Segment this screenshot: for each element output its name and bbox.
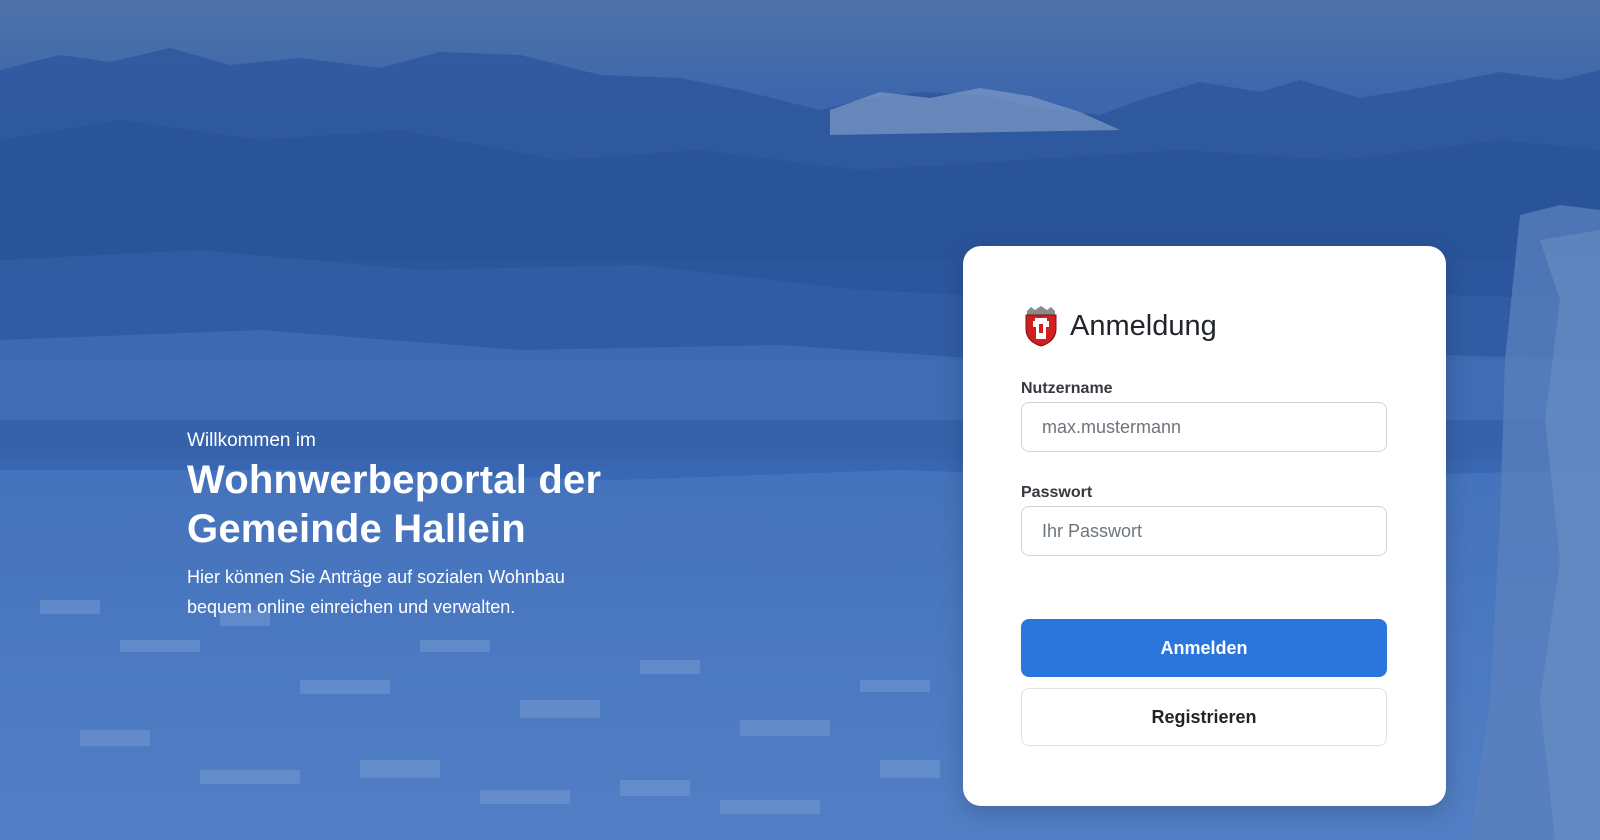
username-label: Nutzername <box>1021 380 1113 397</box>
portal-title: Wohnwerbeportal der Gemeinde Hallein <box>187 456 667 554</box>
portal-title-line1: Wohnwerbeportal der <box>187 458 602 502</box>
hallein-crest-icon <box>1025 306 1057 347</box>
login-card: Anmeldung Nutzername Passwort Anmelden R… <box>963 246 1446 806</box>
register-button[interactable]: Registrieren <box>1021 688 1387 746</box>
portal-description: Hier können Sie Anträge auf sozialen Woh… <box>187 562 667 622</box>
welcome-text: Willkommen im <box>187 430 316 451</box>
password-input[interactable] <box>1021 506 1387 556</box>
login-page: Willkommen im Wohnwerbeportal der Gemein… <box>0 0 1600 840</box>
welcome-section: Willkommen im Wohnwerbeportal der Gemein… <box>187 428 667 622</box>
portal-description-line1: Hier können Sie Anträge auf sozialen Woh… <box>187 567 565 587</box>
portal-title-line2: Gemeinde Hallein <box>187 507 526 551</box>
login-title: Anmeldung <box>1070 309 1217 342</box>
login-header: Anmeldung <box>1021 305 1217 347</box>
login-button[interactable]: Anmelden <box>1021 619 1387 677</box>
portal-description-line2: bequem online einreichen und verwalten. <box>187 597 516 617</box>
username-input[interactable] <box>1021 402 1387 452</box>
password-label: Passwort <box>1021 484 1093 501</box>
